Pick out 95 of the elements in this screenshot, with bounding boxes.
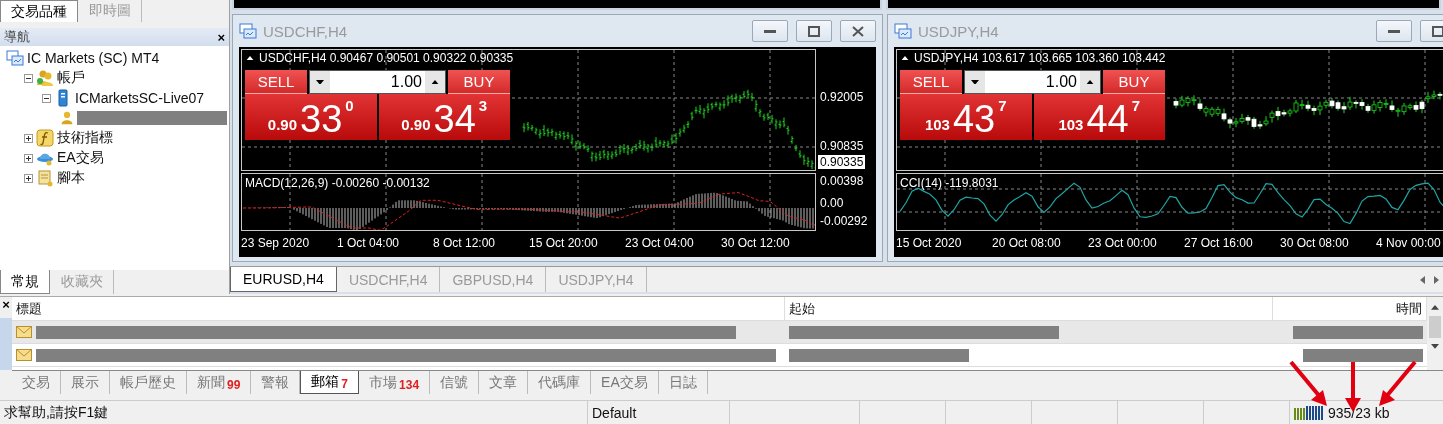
right-arrow-icon	[1433, 275, 1439, 284]
time-label: 15 Oct 20:00	[529, 236, 599, 250]
tree-item[interactable]: ICMarketsSC-Live07	[75, 90, 205, 106]
scroll-thumb[interactable]	[1429, 315, 1441, 338]
profile-name: Default	[592, 404, 637, 421]
user-icon	[60, 109, 74, 127]
time-label: 15 Oct 2020	[896, 236, 963, 250]
terminal-tab[interactable]: 帳戶歷史	[110, 371, 187, 394]
left-arrow-icon	[1419, 275, 1425, 284]
time-label: 23 Sep 2020	[241, 236, 311, 250]
close-button[interactable]: ×	[217, 29, 225, 45]
terminal-tab[interactable]: 日誌	[658, 371, 708, 394]
expand-icon[interactable]	[24, 173, 33, 183]
function-icon	[36, 129, 54, 147]
tree-item[interactable]: 技術指標	[57, 129, 113, 147]
chart-info-text: USDJPY,H4 103.617 103.665 103.360 103.442	[914, 51, 1166, 65]
collapse-icon	[246, 55, 254, 61]
mail-row[interactable]	[12, 321, 1427, 344]
sell-button[interactable]: SELL	[245, 70, 307, 94]
close-button[interactable]: ×	[2, 297, 10, 312]
count-label: 7	[341, 376, 349, 391]
chart-info-text: USDCHF,H4 0.90467 0.90501 0.90322 0.90335	[259, 51, 514, 65]
maximize-icon	[1432, 25, 1443, 37]
indicator-value-label: -0.00292	[820, 214, 868, 228]
terminal-side-bar	[0, 318, 12, 370]
connection-status: 935/23 kb	[1328, 404, 1390, 421]
expand-icon[interactable]	[24, 153, 33, 163]
tree-item[interactable]: IC Markets (SC) MT4	[27, 50, 160, 66]
time-label: 27 Oct 16:00	[1184, 236, 1254, 250]
terminal-icon	[6, 49, 24, 67]
window-title: USDJPY,H4	[918, 22, 1000, 40]
collapse-icon[interactable]	[42, 93, 51, 103]
terminal-tab[interactable]: 信號	[430, 371, 480, 394]
indicator-value-label: 0.00	[820, 196, 844, 210]
panel-tab[interactable]: 交易品種	[0, 0, 78, 22]
scroll-icon	[36, 169, 54, 187]
close-button[interactable]	[840, 20, 876, 42]
collapse-icon	[901, 55, 909, 61]
buy-button[interactable]: BUY	[448, 70, 510, 94]
column-header: 起始	[785, 297, 1273, 320]
time-label: 23 Oct 00:00	[1088, 236, 1158, 250]
time-label: 30 Oct 08:00	[1280, 236, 1350, 250]
help-text: 求幫助,請按F1鍵	[4, 403, 109, 422]
count-label: 134	[399, 376, 420, 392]
maximize-button[interactable]	[796, 20, 832, 42]
price-label: 0.92005	[820, 90, 864, 104]
column-header: 標題	[12, 297, 785, 320]
time-label: 4 Nov 00:00	[1376, 236, 1442, 250]
chart-tab[interactable]: GBPUSD,H4	[440, 267, 547, 292]
envelope-icon	[16, 326, 32, 338]
terminal-tab[interactable]: 代碼庫	[528, 371, 592, 394]
envelope-icon	[16, 349, 32, 361]
connection-bars-icon	[1294, 405, 1324, 420]
minimize-button[interactable]	[1376, 20, 1412, 42]
minimize-button[interactable]	[752, 20, 788, 42]
maximize-icon	[808, 25, 820, 37]
sell-button[interactable]: SELL	[900, 70, 962, 94]
terminal-tab[interactable]: 文章	[479, 371, 529, 394]
time-label: 23 Oct 04:00	[625, 236, 695, 250]
chart-icon	[894, 23, 912, 39]
chart-tab[interactable]: USDCHF,H4	[336, 267, 441, 292]
terminal-tab[interactable]: EA交易	[591, 371, 659, 394]
window-title: USDCHF,H4	[263, 22, 349, 40]
time-label: 1 Oct 04:00	[337, 236, 401, 250]
time-label: 8 Oct 12:00	[433, 236, 497, 250]
indicator-label: CCI(14) -119.8031	[900, 176, 999, 190]
scrollbar[interactable]	[1427, 297, 1443, 370]
panel-tab[interactable]: 收藏夾	[51, 270, 114, 294]
expand-icon[interactable]	[24, 133, 33, 143]
users-icon	[36, 69, 54, 87]
panel-tab[interactable]: 即時圖	[79, 0, 142, 22]
tree-item[interactable]: EA交易	[57, 149, 104, 167]
price-label: 0.90835	[820, 139, 864, 153]
current-price-label: 0.90335	[818, 155, 866, 169]
minimize-icon	[1388, 29, 1400, 33]
indicator-label: MACD(12,26,9) -0.00260 -0.00132	[245, 176, 430, 190]
up-arrow-icon	[1431, 305, 1439, 310]
collapse-icon[interactable]	[24, 73, 33, 83]
down-arrow-icon	[1431, 343, 1439, 349]
indicator-value-label: 0.00398	[820, 174, 864, 188]
terminal-tab[interactable]: 展示	[61, 371, 110, 394]
minimize-icon	[764, 29, 776, 33]
panel-tab[interactable]: 常規	[0, 270, 50, 294]
navigator-title: 導航	[4, 28, 30, 46]
close-icon	[852, 25, 864, 37]
tree-item[interactable]: 腳本	[57, 169, 85, 187]
tree-item[interactable]: 帳戶	[57, 69, 85, 87]
time-label: 30 Oct 12:00	[721, 236, 791, 250]
chart-tab[interactable]: USDJPY,H4	[546, 267, 647, 292]
chart-icon	[239, 23, 257, 39]
chart-tab[interactable]: EURUSD,H4	[230, 267, 337, 292]
buy-button[interactable]: BUY	[1103, 70, 1165, 94]
time-label: 20 Oct 08:00	[992, 236, 1062, 250]
terminal-tab[interactable]: 交易	[12, 371, 61, 394]
count-label: 99	[227, 376, 241, 392]
